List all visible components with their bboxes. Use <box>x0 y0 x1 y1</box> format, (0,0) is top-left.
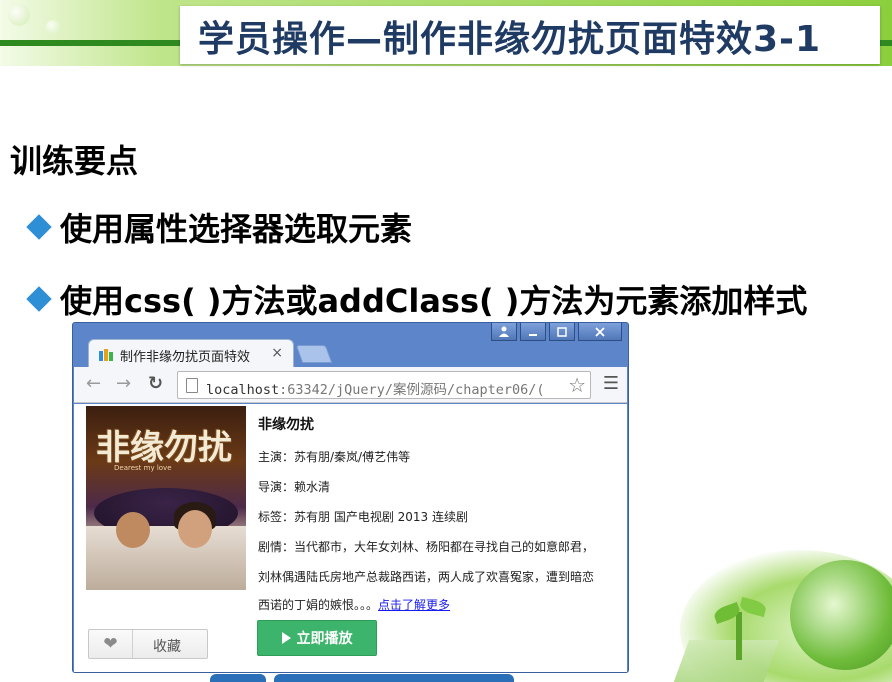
maximize-button[interactable] <box>549 323 575 341</box>
bullet-item: 使用css( )方法或addClass( )方法为元素添加样式 <box>24 276 807 322</box>
more-info-link[interactable]: 点击了解更多 <box>378 598 450 612</box>
favorite-label: 收藏 <box>153 639 181 655</box>
diamond-bullet-icon <box>26 214 52 240</box>
slide-title: 学员操作—制作非缘勿扰页面特效3-1 <box>198 19 822 60</box>
movie-cast: 主演：苏有朋/秦岚/傅艺伟等 <box>258 450 411 464</box>
minimize-button[interactable] <box>520 323 546 341</box>
browser-toolbar: ← → ↻ localhost:63342/jQuery/案例源码/chapte… <box>74 367 627 403</box>
address-bar[interactable]: localhost:63342/jQuery/案例源码/chapter06/( … <box>177 371 591 399</box>
reload-icon[interactable]: ↻ <box>148 375 163 393</box>
forward-arrow-icon[interactable]: → <box>116 375 131 393</box>
window-controls <box>491 323 622 341</box>
user-icon[interactable] <box>491 323 517 341</box>
tab-title: 制作非缘勿扰页面特效 <box>120 350 251 365</box>
page-icon <box>186 378 198 393</box>
poster-subtitle: Dearest my love <box>114 464 172 472</box>
section-title: 训练要点 <box>10 142 139 180</box>
play-label: 立即播放 <box>296 631 353 647</box>
movie-plot-line: 西诺的丁娟的嫉恨。。。点击了解更多 <box>258 598 451 612</box>
page-content: 非缘勿扰 Dearest my love 非缘勿扰 主演：苏有朋/秦岚/傅艺伟等… <box>74 404 627 672</box>
favicon-icon <box>99 349 113 361</box>
movie-plot-line: 刘林偶遇陆氏房地产总裁路西诺，两人成了欢喜冤家，遭到暗恋 <box>258 570 595 584</box>
decorative-bubble <box>8 4 30 26</box>
bullet-text: 使用属性选择器选取元素 <box>60 210 413 248</box>
bottom-decoration <box>274 674 514 682</box>
play-now-button[interactable]: 立即播放 <box>257 620 377 656</box>
browser-tab[interactable]: 制作非缘勿扰页面特效 × <box>88 339 294 368</box>
movie-plot-line: 剧情：当代都市，大年女刘林、杨阳都在寻找自己的如意郎君， <box>258 540 595 554</box>
tab-close-icon[interactable]: × <box>271 345 283 361</box>
menu-icon[interactable]: ☰ <box>603 375 619 393</box>
favorite-button[interactable]: ❤ 收藏 <box>88 629 208 659</box>
url-text[interactable]: localhost:63342/jQuery/案例源码/chapter06/( <box>206 378 576 398</box>
decorative-bubble <box>46 20 60 34</box>
movie-title: 非缘勿扰 <box>258 417 314 433</box>
play-icon <box>281 632 291 644</box>
bullet-item: 使用属性选择器选取元素 <box>24 204 412 250</box>
bookmark-star-icon[interactable]: ☆ <box>568 373 586 397</box>
new-tab-button[interactable] <box>295 345 333 363</box>
decorative-graphic <box>640 520 892 682</box>
browser-window: 制作非缘勿扰页面特效 × ← → ↻ localhost:63342/jQuer… <box>72 322 629 673</box>
diamond-bullet-icon <box>26 286 52 312</box>
bottom-decoration <box>210 674 266 682</box>
bullet-text: 使用css( )方法或addClass( )方法为元素添加样式 <box>60 282 808 320</box>
close-window-button[interactable] <box>578 323 622 341</box>
movie-director: 导演：赖水清 <box>258 480 331 494</box>
movie-tags: 标签：苏有朋 国产电视剧 2013 连续剧 <box>258 510 468 524</box>
back-arrow-icon[interactable]: ← <box>86 375 101 393</box>
heart-icon: ❤ <box>89 630 133 658</box>
poster-title: 非缘勿扰 <box>96 428 232 468</box>
movie-poster: 非缘勿扰 Dearest my love <box>86 406 246 590</box>
